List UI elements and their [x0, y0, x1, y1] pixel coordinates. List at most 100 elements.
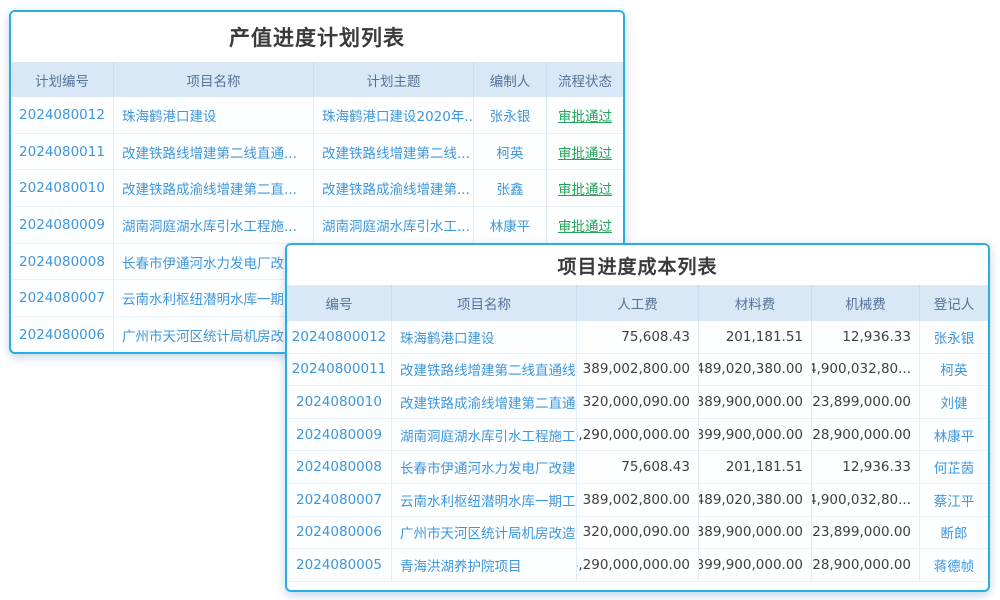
cost-project-link[interactable]: 改建铁路成渝线增建第二直通... [400, 392, 577, 412]
machine-cost-value: 23,899,000.00 [812, 394, 911, 410]
project-name-link[interactable]: 珠海鹤港口建设 [122, 105, 217, 125]
plan-subject-link[interactable]: 湖南洞庭湖水库引水工... [322, 215, 470, 235]
machine-cost-value: 328,900,000.00 [812, 557, 911, 573]
registrant-link-cell: 林康平 [920, 419, 988, 451]
material-cost-value-cell: 3,489,020,380.00 [699, 484, 812, 516]
material-cost-value: 201,181.51 [726, 459, 803, 475]
creator-link[interactable]: 林康平 [490, 215, 531, 235]
plan-id-link-cell: 2024080008 [11, 244, 114, 280]
machine-cost-value-cell: 12,936.33 [812, 321, 920, 353]
cost-id-link[interactable]: 2024080006 [296, 524, 382, 540]
flow-status-link[interactable]: 审批通过 [558, 178, 612, 198]
machine-cost-value: 23,899,000.00 [812, 524, 911, 540]
registrant-link[interactable]: 张永银 [934, 327, 975, 347]
material-cost-value: 3,489,020,380.00 [699, 492, 803, 508]
cost-id-link[interactable]: 20240800012 [292, 329, 386, 345]
creator-link[interactable]: 张永银 [490, 105, 531, 125]
material-cost-value-cell: 4,389,900,000.00 [699, 386, 812, 418]
plan-subject-link[interactable]: 珠海鹤港口建设2020年... [322, 105, 474, 125]
registrant-link[interactable]: 何芷茵 [934, 457, 975, 477]
labor-cost-value: 389,002,800.00 [583, 361, 690, 377]
material-cost-value-cell: 3,489,020,380.00 [699, 354, 812, 386]
project-name-link[interactable]: 改建铁路成渝线增建第二直... [122, 178, 297, 198]
flow-status-link-cell: 审批通过 [547, 134, 623, 170]
plan-id-link[interactable]: 2024080007 [19, 290, 105, 306]
plan-subject-link-cell: 改建铁路成渝线增建第... [314, 170, 474, 206]
material-cost-value: 201,181.51 [726, 329, 803, 345]
material-cost-value: 4,389,900,000.00 [699, 524, 803, 540]
labor-cost-value-cell: 320,000,090.00 [577, 517, 699, 549]
plan-id-link[interactable]: 2024080008 [19, 254, 105, 270]
cost-project-link[interactable]: 珠海鹤港口建设 [400, 327, 495, 347]
cost-project-link[interactable]: 青海洪湖养护院项目 [400, 555, 522, 575]
registrant-link[interactable]: 林康平 [934, 425, 975, 445]
cost-project-link[interactable]: 云南水利枢纽潜明水库一期工... [400, 490, 577, 510]
creator-link[interactable]: 张鑫 [497, 178, 524, 198]
col-header-plan-subject: 计划主题 [314, 62, 474, 97]
plan-subject-link[interactable]: 改建铁路线增建第二线... [322, 142, 470, 162]
cost-id-link[interactable]: 20240800011 [292, 361, 386, 377]
flow-status-link[interactable]: 审批通过 [558, 215, 612, 235]
cost-id-link[interactable]: 2024080009 [296, 427, 382, 443]
plan-subject-link[interactable]: 改建铁路成渝线增建第... [322, 178, 470, 198]
machine-cost-value: 328,900,000.00 [812, 427, 911, 443]
project-name-link-cell: 湖南洞庭湖水库引水工程施... [114, 207, 314, 243]
labor-cost-value-cell: 75,608.43 [577, 321, 699, 353]
machine-cost-value: 24,900,032,80... [812, 492, 911, 508]
machine-cost-value-cell: 12,936.33 [812, 451, 920, 483]
plan-subject-link-cell: 珠海鹤港口建设2020年... [314, 97, 474, 133]
plan-id-link[interactable]: 2024080006 [19, 327, 105, 343]
cost-project-link-cell: 青海洪湖养护院项目 [392, 549, 577, 581]
project-name-link[interactable]: 长春市伊通河水力发电厂改... [122, 252, 297, 272]
plan-id-link[interactable]: 2024080010 [19, 180, 105, 196]
col-header-project-name: 项目名称 [114, 62, 314, 97]
cost-project-link-cell: 改建铁路成渝线增建第二直通... [392, 386, 577, 418]
cost-id-link[interactable]: 2024080007 [296, 492, 382, 508]
table-row: 2024080009湖南洞庭湖水库引水工程施工...4,290,000,000.… [287, 419, 988, 452]
col-header-flow-status: 流程状态 [547, 62, 623, 97]
cost-id-link[interactable]: 2024080008 [296, 459, 382, 475]
registrant-link-cell: 断郎 [920, 517, 988, 549]
registrant-link[interactable]: 蒋德帧 [934, 555, 975, 575]
project-name-link-cell: 广州市天河区统计局机房改... [114, 317, 314, 353]
registrant-link[interactable]: 蔡江平 [934, 490, 975, 510]
col-header-creator: 编制人 [474, 62, 547, 97]
cost-id-link-cell: 20240800012 [287, 321, 392, 353]
flow-status-link[interactable]: 审批通过 [558, 105, 612, 125]
cost-project-link[interactable]: 湖南洞庭湖水库引水工程施工... [400, 425, 577, 445]
table-row: 2024080006 广州市天河区统计局机房改造...320,000,090.00… [287, 517, 988, 550]
plan-subject-link-cell: 湖南洞庭湖水库引水工... [314, 207, 474, 243]
cost-id-link[interactable]: 2024080010 [296, 394, 382, 410]
plan-id-link[interactable]: 2024080009 [19, 217, 105, 233]
machine-cost-value-cell: 24,900,032,80... [812, 354, 920, 386]
col-header-cost-id: 编号 [287, 285, 392, 321]
registrant-link-cell: 张永银 [920, 321, 988, 353]
creator-link[interactable]: 柯英 [497, 142, 524, 162]
registrant-link[interactable]: 断郎 [941, 522, 968, 542]
flow-status-link-cell: 审批通过 [547, 97, 623, 133]
labor-cost-value: 75,608.43 [621, 329, 690, 345]
project-name-link[interactable]: 湖南洞庭湖水库引水工程施... [122, 215, 297, 235]
registrant-link-cell: 何芷茵 [920, 451, 988, 483]
registrant-link[interactable]: 刘健 [941, 392, 968, 412]
project-name-link[interactable]: 改建铁路线增建第二线直通... [122, 142, 297, 162]
table-row: 2024080008 长春市伊通河水力发电厂改建...75,608.43 201,1… [287, 451, 988, 484]
labor-cost-value-cell: 75,608.43 [577, 451, 699, 483]
table-row: 2024080010 改建铁路成渝线增建第二直... 改建铁路成渝线增建第... 张鑫… [11, 170, 623, 207]
material-cost-value-cell: 4,399,900,000.00 [699, 549, 812, 581]
flow-status-link[interactable]: 审批通过 [558, 142, 612, 162]
cost-project-link[interactable]: 改建铁路线增建第二线直通线... [400, 359, 577, 379]
cost-project-link[interactable]: 长春市伊通河水力发电厂改建... [400, 457, 577, 477]
project-name-link[interactable]: 云南水利枢纽潜明水库一期... [122, 288, 297, 308]
registrant-link[interactable]: 柯英 [941, 359, 968, 379]
col-header-labor-cost: 人工费 [577, 285, 699, 321]
plan-id-link[interactable]: 2024080012 [19, 107, 105, 123]
project-name-link-cell: 改建铁路成渝线增建第二直... [114, 170, 314, 206]
plan-id-link[interactable]: 2024080011 [19, 144, 105, 160]
plan-table-header: 计划编号 项目名称 计划主题 编制人 流程状态 [11, 62, 623, 97]
material-cost-value-cell: 201,181.51 [699, 451, 812, 483]
cost-id-link[interactable]: 2024080005 [296, 557, 382, 573]
project-name-link[interactable]: 广州市天河区统计局机房改... [122, 325, 297, 345]
cost-panel-title: 项目进度成本列表 [557, 252, 717, 279]
cost-project-link[interactable]: 广州市天河区统计局机房改造... [400, 522, 577, 542]
